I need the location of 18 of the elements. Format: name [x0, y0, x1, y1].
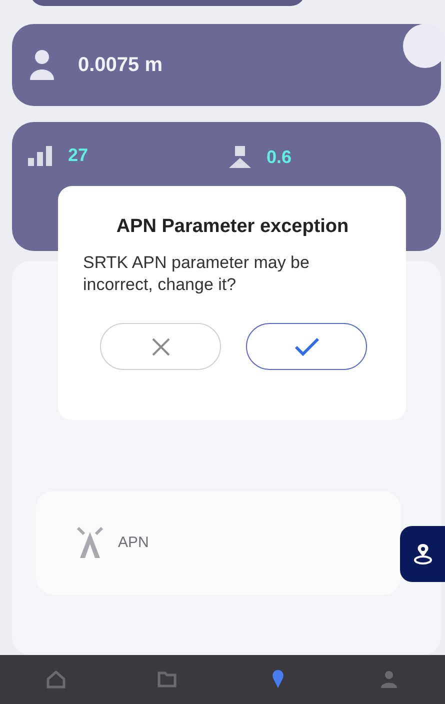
satellite-icon [226, 144, 252, 170]
dialog-message: SRTK APN parameter may be incorrect, change it? [83, 252, 310, 296]
home-icon[interactable] [44, 668, 67, 690]
confirm-button[interactable] [246, 323, 367, 370]
stat-value: 27 [68, 144, 88, 166]
stat-value: 0.6 [266, 146, 292, 168]
signal-icon [28, 144, 54, 166]
check-icon [294, 336, 320, 356]
apn-card[interactable]: APN [36, 490, 401, 595]
person-icon [28, 48, 56, 82]
round-button[interactable] [403, 24, 445, 68]
apn-label: APN [118, 534, 149, 552]
location-pin-icon [412, 543, 432, 565]
close-icon [150, 336, 170, 356]
position-value: 0.0075 m [78, 54, 163, 77]
antenna-icon [76, 526, 104, 560]
location-button[interactable] [400, 526, 445, 582]
dialog-title: APN Parameter exception [115, 216, 350, 238]
